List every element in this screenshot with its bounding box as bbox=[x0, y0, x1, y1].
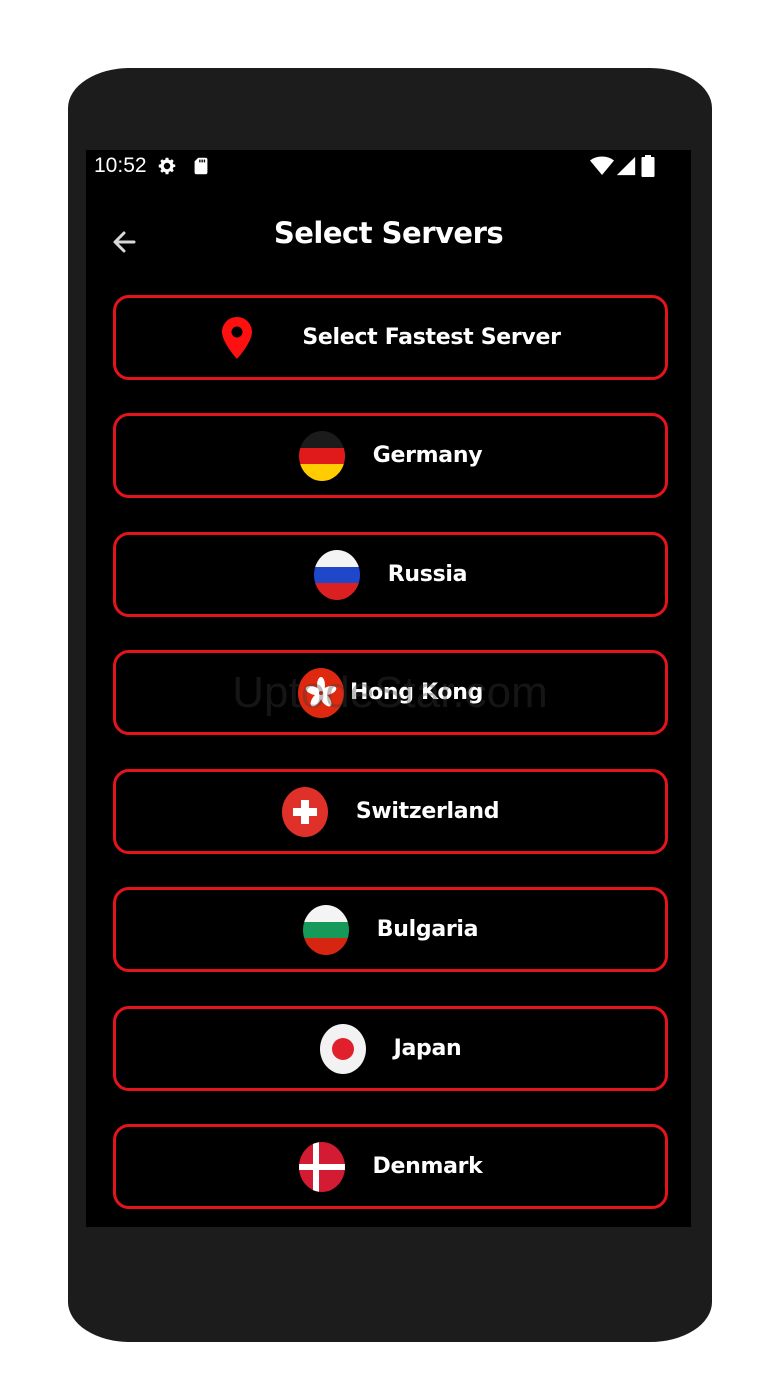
battery-icon bbox=[641, 155, 655, 177]
select-fastest-server-button[interactable]: Select Fastest Server bbox=[113, 295, 668, 380]
server-button-russia[interactable]: Russia bbox=[113, 532, 668, 617]
page-title: Select Servers bbox=[273, 216, 504, 250]
server-button-japan[interactable]: Japan bbox=[113, 1006, 668, 1091]
server-label: Russia bbox=[387, 562, 468, 587]
server-button-switzerland[interactable]: Switzerland bbox=[113, 769, 668, 854]
switzerland-flag-icon bbox=[281, 786, 328, 837]
server-label: Hong Kong bbox=[349, 680, 484, 705]
server-button-denmark[interactable]: Denmark bbox=[113, 1124, 668, 1209]
server-label: Bulgaria bbox=[376, 917, 479, 942]
signal-icon bbox=[616, 156, 636, 176]
japan-flag-icon bbox=[319, 1023, 366, 1074]
server-label: Denmark bbox=[372, 1154, 483, 1179]
location-pin-icon bbox=[222, 316, 253, 359]
bulgaria-flag-icon bbox=[302, 904, 349, 955]
server-label: Select Fastest Server bbox=[302, 325, 561, 350]
server-label: Germany bbox=[372, 443, 483, 468]
server-button-hong-kong[interactable]: Hong Kong bbox=[113, 650, 668, 735]
germany-flag-icon bbox=[298, 430, 345, 481]
app-screen: 10:52 Select Servers Select Fastest Serv… bbox=[86, 150, 691, 1227]
russia-flag-icon bbox=[313, 549, 360, 600]
app-header: Select Servers bbox=[86, 210, 691, 270]
server-label: Switzerland bbox=[355, 799, 500, 824]
gear-icon bbox=[158, 157, 176, 175]
status-bar: 10:52 bbox=[86, 150, 691, 184]
wifi-icon bbox=[590, 156, 614, 175]
status-time: 10:52 bbox=[94, 154, 147, 177]
hong-kong-flag-icon bbox=[297, 667, 344, 718]
server-label: Japan bbox=[393, 1036, 462, 1061]
sd-card-icon bbox=[194, 157, 208, 175]
server-button-germany[interactable]: Germany bbox=[113, 413, 668, 498]
denmark-flag-icon bbox=[298, 1141, 345, 1192]
server-button-bulgaria[interactable]: Bulgaria bbox=[113, 887, 668, 972]
